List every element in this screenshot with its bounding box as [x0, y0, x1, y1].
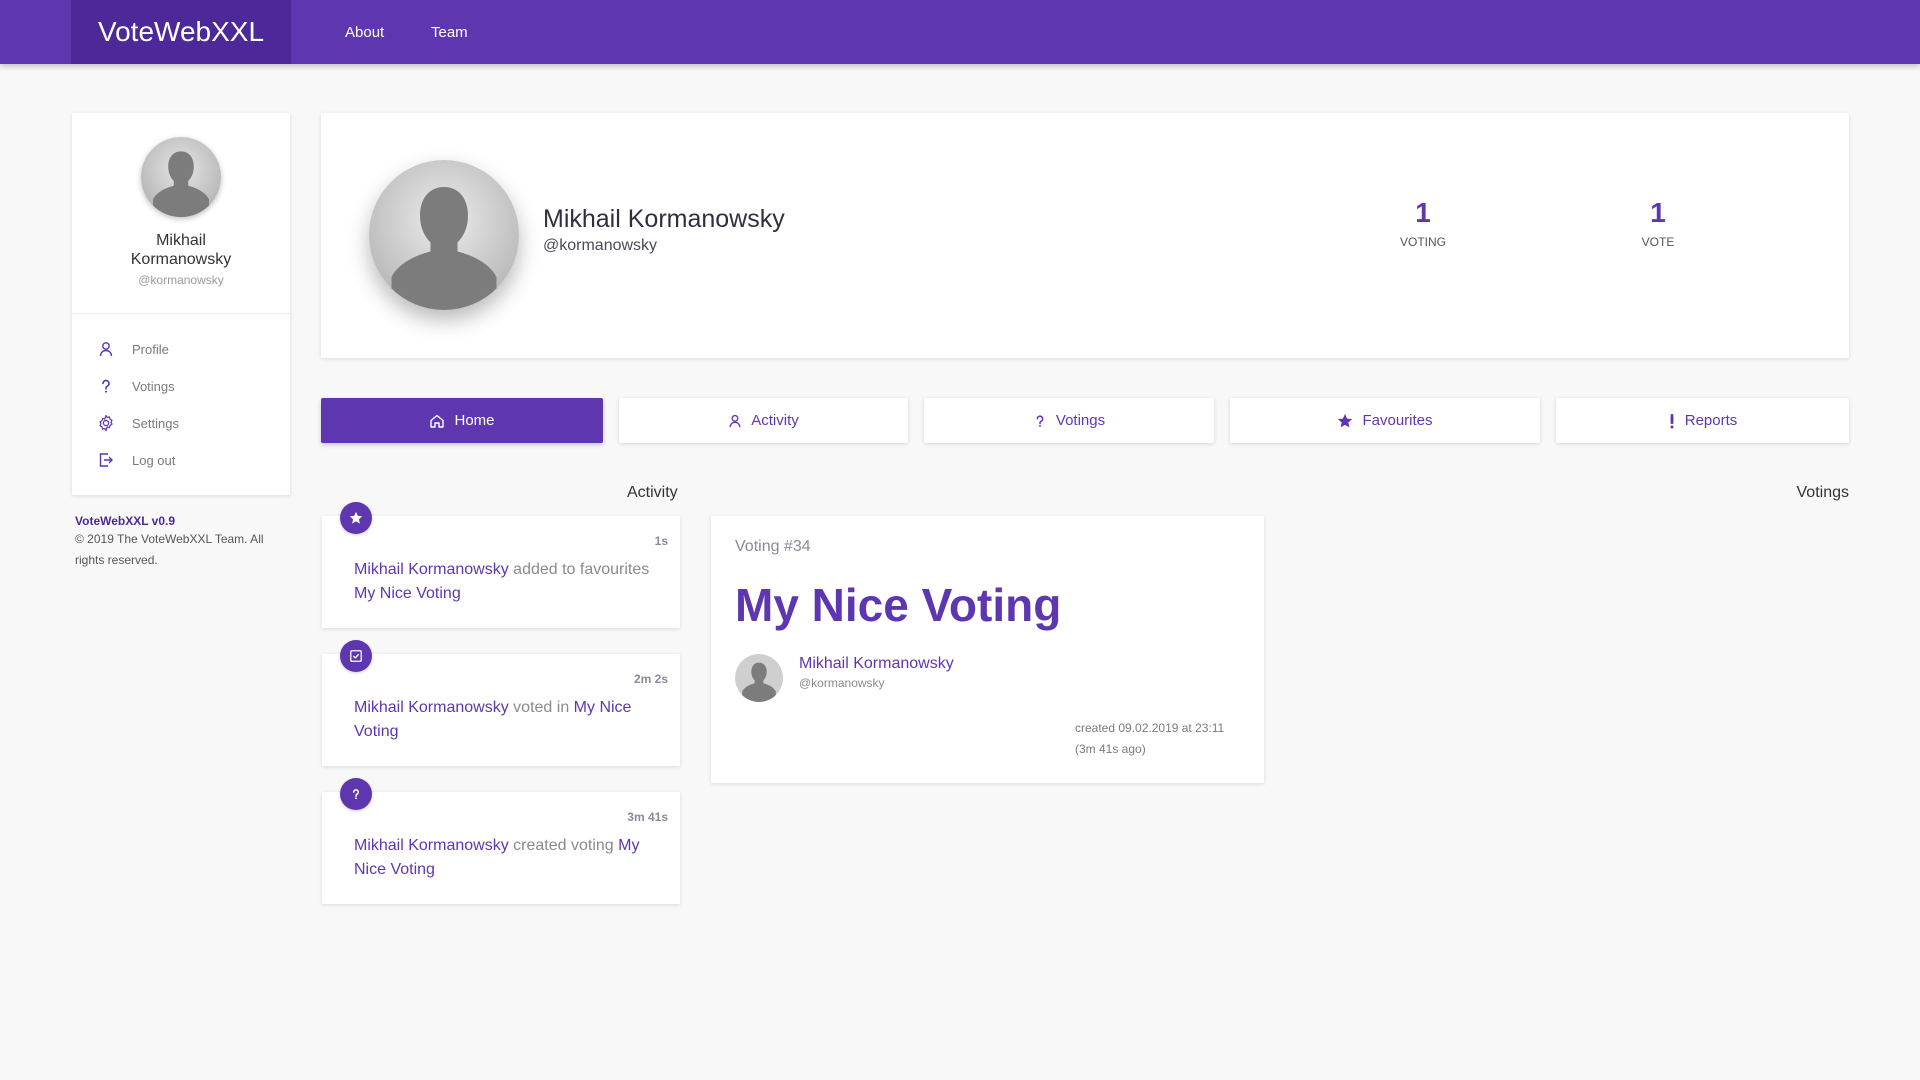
activity-time: 1s	[654, 534, 668, 548]
voting-author-avatar[interactable]	[735, 654, 783, 702]
sidebar-footer: VoteWebXXL v0.9 © 2019 The VoteWebXXL Te…	[75, 514, 290, 571]
tab-favourites[interactable]: Favourites	[1230, 398, 1540, 443]
user-icon	[728, 414, 742, 428]
sidebar-user-handle: @kormanowsky	[138, 273, 224, 287]
voting-created-info: created 09.02.2019 at 23:11 (3m 41s ago)	[1075, 718, 1224, 760]
activity-created-badge	[340, 778, 372, 810]
activity-item: 3m 41s Mikhail Kormanowsky created votin…	[322, 778, 680, 904]
tab-home[interactable]: Home	[321, 398, 603, 443]
star-icon	[1337, 413, 1353, 429]
tab-label: Votings	[1055, 412, 1106, 429]
stat-value: 1	[1650, 197, 1666, 228]
star-icon	[349, 511, 363, 524]
avatar-silhouette-icon	[735, 654, 783, 702]
activity-item: 2m 2s Mikhail Kormanowsky voted in My Ni…	[322, 640, 680, 766]
activity-target-link[interactable]: My Nice Voting	[354, 585, 461, 602]
tab-label: Favourites	[1362, 412, 1433, 429]
activity-action: added to favourites	[513, 561, 650, 578]
nav-link-about[interactable]: About	[345, 0, 384, 64]
stat-votes: 1 VOTE	[1608, 197, 1708, 249]
sidebar-avatar[interactable]	[141, 137, 221, 217]
avatar-silhouette-icon	[141, 137, 221, 217]
activity-vote-badge	[340, 640, 372, 672]
activity-time: 2m 2s	[633, 672, 668, 686]
activity-user-link[interactable]: Mikhail Kormanowsky	[354, 837, 509, 854]
profile-name: Mikhail Kormanowsky	[543, 205, 785, 233]
copyright-text: © 2019 The VoteWebXXL Team. All rights r…	[75, 532, 264, 567]
sidebar-item-label: Log out	[132, 452, 176, 468]
home-icon	[429, 413, 445, 429]
stat-label: VOTE	[1641, 235, 1675, 249]
check-square-icon	[350, 650, 362, 662]
user-icon	[96, 339, 116, 359]
tab-activity[interactable]: Activity	[619, 398, 908, 443]
voting-card[interactable]: Voting #34 My Nice Voting Mikhail Korman…	[711, 516, 1264, 783]
activity-action: voted in	[513, 699, 570, 716]
profile-header-card: Mikhail Kormanowsky @kormanowsky 1 VOTIN…	[321, 113, 1849, 358]
sidebar-item-label: Profile	[132, 341, 169, 357]
sidebar-divider	[72, 313, 290, 314]
question-icon	[1033, 414, 1047, 428]
voting-title[interactable]: My Nice Voting	[735, 578, 1061, 632]
activity-item: 1s Mikhail Kormanowsky added to favourit…	[322, 502, 680, 628]
tab-reports[interactable]: Reports	[1556, 398, 1849, 443]
votings-section-title: Votings	[1796, 484, 1849, 501]
sidebar-card: Mikhail Kormanowsky @kormanowsky Profile…	[72, 113, 290, 495]
sidebar-item-label: Votings	[132, 378, 175, 394]
tab-label: Activity	[751, 412, 799, 429]
nav-link-team[interactable]: Team	[431, 0, 468, 64]
question-icon	[353, 789, 359, 800]
stat-votings: 1 VOTING	[1373, 197, 1473, 249]
tab-label: Home	[454, 412, 495, 429]
voting-number: Voting #34	[735, 538, 811, 555]
gear-icon	[96, 413, 116, 433]
brand-logo[interactable]: VoteWebXXL	[71, 0, 291, 64]
question-icon	[96, 376, 116, 396]
tab-label: Reports	[1684, 412, 1738, 429]
profile-handle: @kormanowsky	[543, 237, 658, 254]
sidebar-item-profile[interactable]: Profile	[96, 335, 169, 363]
sidebar-item-label: Settings	[132, 415, 179, 431]
tab-votings[interactable]: Votings	[924, 398, 1214, 443]
voting-author-name[interactable]: Mikhail Kormanowsky	[799, 655, 954, 673]
sidebar-user-name: Mikhail Kormanowsky	[130, 232, 232, 268]
top-navbar: VoteWebXXL About Team	[0, 0, 1920, 64]
activity-text: Mikhail Kormanowsky added to favourites …	[354, 558, 654, 606]
avatar-silhouette-icon	[369, 160, 519, 310]
sidebar-item-votings[interactable]: Votings	[96, 372, 175, 400]
exclamation-icon	[1668, 413, 1676, 429]
app-version: VoteWebXXL v0.9	[75, 514, 176, 528]
sidebar-item-logout[interactable]: Log out	[96, 446, 175, 474]
activity-time: 3m 41s	[627, 810, 668, 824]
profile-avatar[interactable]	[369, 160, 519, 310]
voting-author-handle: @kormanowsky	[799, 676, 885, 690]
activity-user-link[interactable]: Mikhail Kormanowsky	[354, 561, 509, 578]
activity-text: Mikhail Kormanowsky voted in My Nice Vot…	[354, 696, 654, 744]
stat-label: VOTING	[1399, 235, 1446, 249]
logout-icon	[96, 450, 116, 470]
sidebar-item-settings[interactable]: Settings	[96, 409, 179, 437]
stat-value: 1	[1415, 197, 1431, 228]
activity-action: created voting	[513, 837, 614, 854]
voting-created-ago: (3m 41s ago)	[1075, 742, 1146, 756]
activity-user-link[interactable]: Mikhail Kormanowsky	[354, 699, 509, 716]
voting-created-date: created 09.02.2019 at 23:11	[1075, 721, 1225, 735]
activity-section-title: Activity	[627, 484, 678, 501]
activity-star-badge	[340, 502, 372, 534]
activity-text: Mikhail Kormanowsky created voting My Ni…	[354, 834, 654, 882]
